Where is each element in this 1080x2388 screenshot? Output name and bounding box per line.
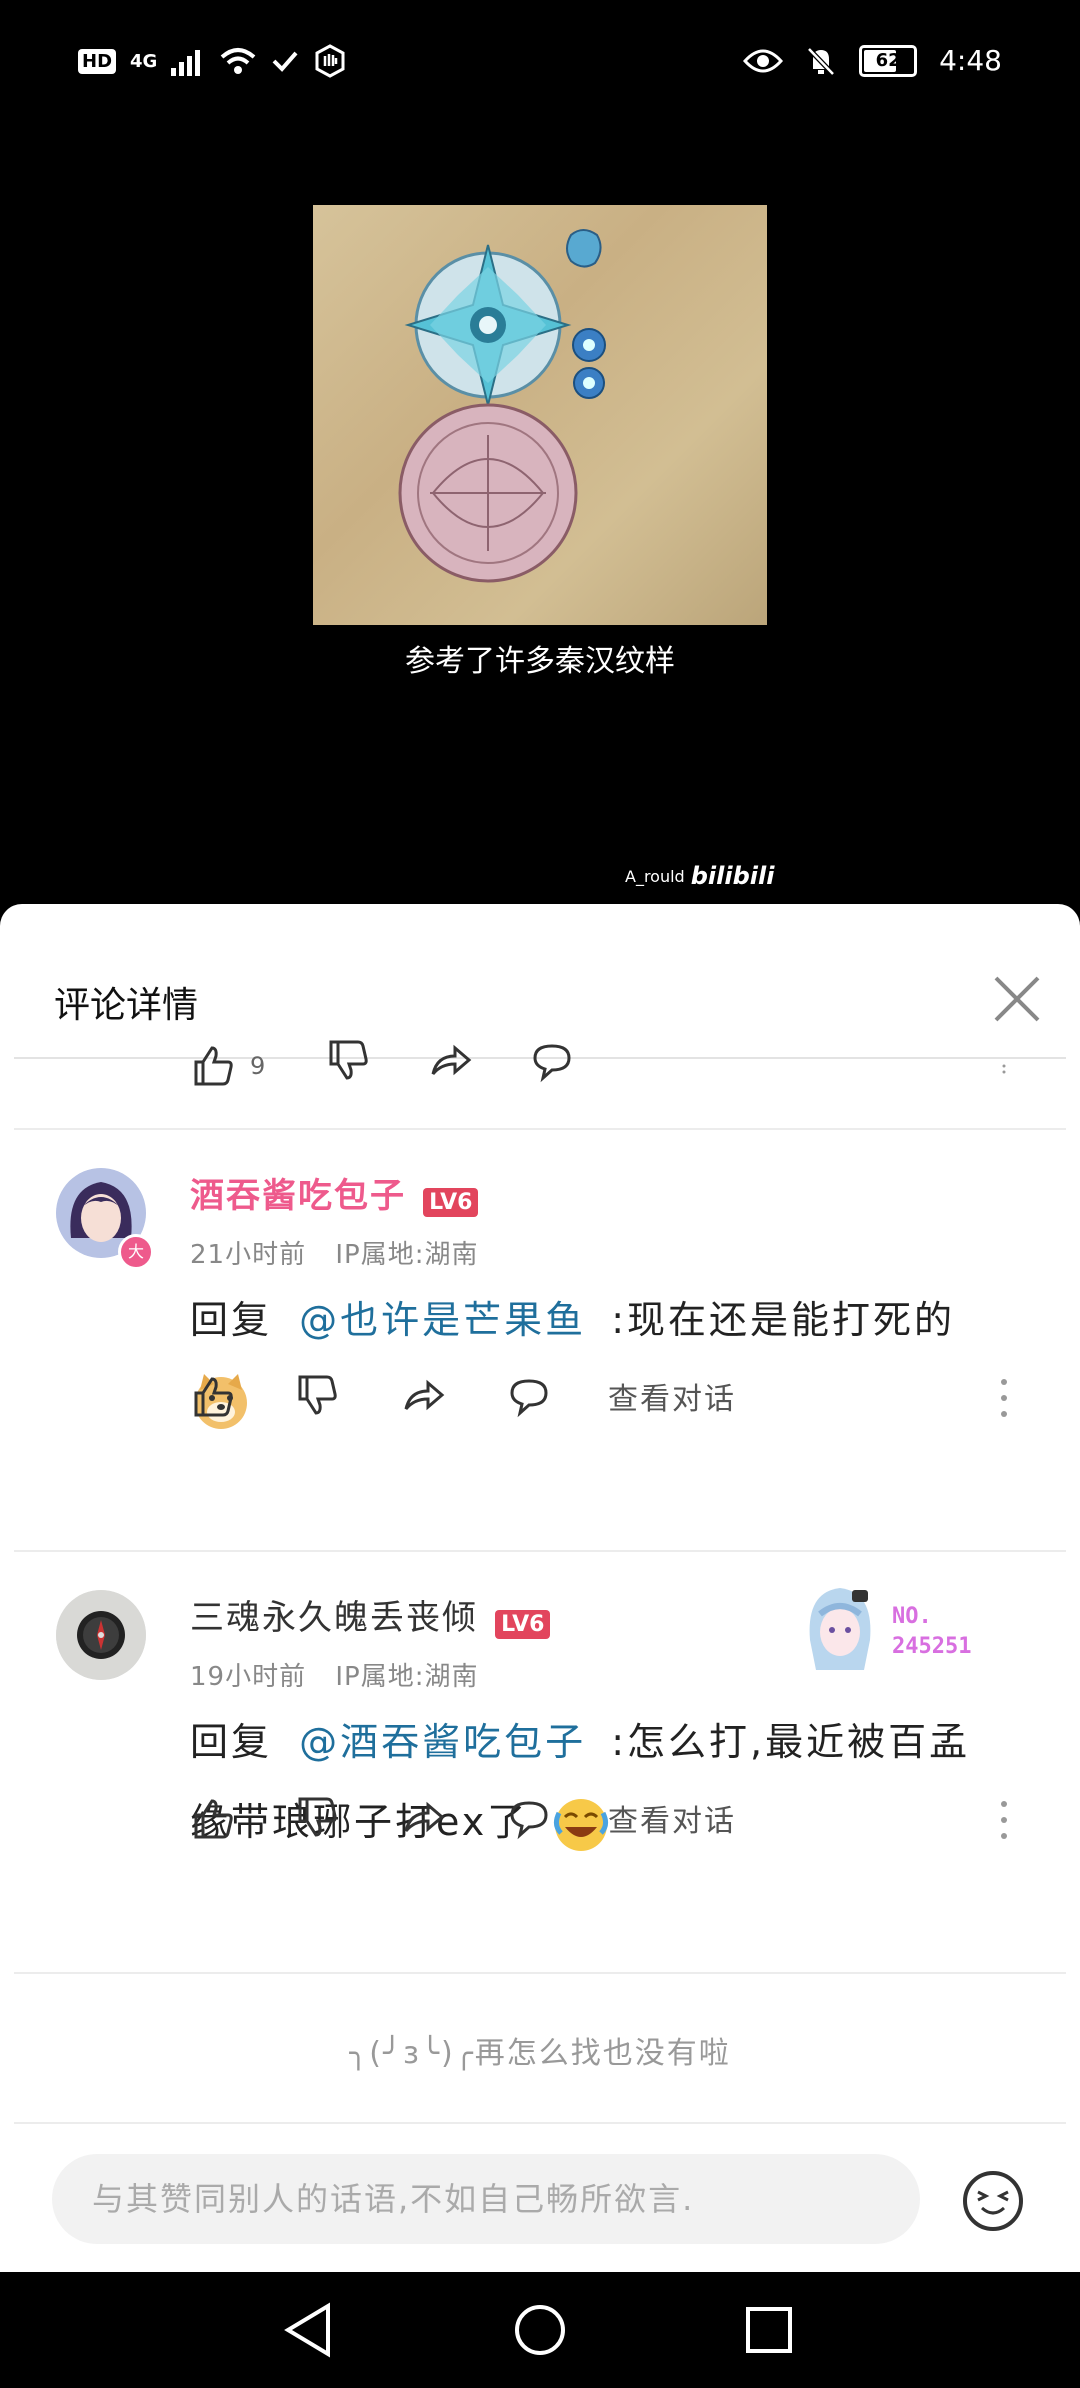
recents-icon[interactable] bbox=[744, 2305, 794, 2355]
comment-text-line1: :怎么打,最近被百孟 bbox=[611, 1720, 971, 1764]
emoji-button-icon[interactable] bbox=[962, 2170, 1024, 2232]
dislike-icon[interactable] bbox=[294, 1795, 340, 1841]
ip-location: IP属地:湖南 bbox=[335, 1240, 479, 1270]
like-icon[interactable] bbox=[190, 1795, 236, 1841]
comment-time: 19小时前 bbox=[190, 1662, 307, 1692]
fan-badge[interactable]: NO. 245251 bbox=[800, 1580, 990, 1676]
comment-meta: 21小时前 IP属地:湖南 bbox=[190, 1234, 478, 1271]
comment-header: 三魂永久魄丢丧倾 LV6 bbox=[190, 1590, 551, 1639]
like-icon[interactable] bbox=[190, 1373, 236, 1419]
system-nav-bar bbox=[0, 2272, 1080, 2388]
avatar[interactable] bbox=[56, 1590, 146, 1680]
hd-badge: HD bbox=[78, 48, 117, 74]
back-icon[interactable] bbox=[284, 2302, 334, 2358]
comment-meta: 19小时前 IP属地:湖南 bbox=[190, 1656, 478, 1693]
battery-indicator: 62 bbox=[859, 44, 918, 77]
comment-icon[interactable] bbox=[506, 1373, 552, 1419]
comment-input[interactable]: 与其赞同别人的话语,不如自己畅所欲言. bbox=[52, 2154, 920, 2244]
username[interactable]: 酒吞酱吃包子 bbox=[190, 1176, 406, 1216]
comment-text: :现在还是能打死的 bbox=[611, 1298, 956, 1342]
like-count: 9 bbox=[250, 1052, 266, 1080]
home-icon[interactable] bbox=[512, 2302, 568, 2358]
close-icon[interactable] bbox=[990, 972, 1044, 1026]
reply-prefix: 回复 bbox=[190, 1720, 273, 1764]
share-icon[interactable] bbox=[400, 1795, 446, 1841]
comment-detail-sheet: 评论详情 9 大 酒吞酱吃包子 LV6 21小时前 IP属地:湖南 回复 @也许… bbox=[0, 904, 1080, 2272]
partial-action-row: 9 bbox=[190, 1040, 575, 1088]
comment-item: 大 酒吞酱吃包子 LV6 21小时前 IP属地:湖南 回复 @也许是芒果鱼 :现… bbox=[0, 1130, 1080, 1530]
vip-badge: 大 bbox=[118, 1234, 154, 1270]
separator bbox=[14, 2122, 1066, 2124]
fan-badge-label: NO. bbox=[892, 1604, 932, 1629]
ip-location: IP属地:湖南 bbox=[335, 1662, 479, 1692]
comment-time: 21小时前 bbox=[190, 1240, 307, 1270]
comment-actions: 查看对话 bbox=[190, 1788, 736, 1848]
more-icon[interactable] bbox=[999, 1064, 1009, 1084]
reply-prefix: 回复 bbox=[190, 1298, 273, 1342]
like-icon[interactable] bbox=[190, 1042, 236, 1088]
separator bbox=[14, 1972, 1066, 1974]
end-of-list-text: ╮(╯з╰)╭再怎么找也没有啦 bbox=[349, 2036, 731, 2071]
network-label: 4G bbox=[130, 50, 158, 72]
comment-icon[interactable] bbox=[506, 1795, 552, 1841]
video-frame[interactable] bbox=[313, 205, 767, 625]
sheet-title: 评论详情 bbox=[54, 985, 199, 1026]
mention-link[interactable]: @也许是芒果鱼 bbox=[299, 1298, 586, 1342]
bilibili-logo: bilibili bbox=[690, 862, 775, 890]
watermark-user: A_rould bbox=[625, 866, 685, 886]
comment-item: 三魂永久魄丢丧倾 LV6 19小时前 IP属地:湖南 NO. 245251 回复… bbox=[0, 1552, 1080, 1972]
share-icon[interactable] bbox=[400, 1373, 446, 1419]
status-bar: HD 4G 62 4:48 bbox=[0, 0, 1080, 130]
clock: 4:48 bbox=[939, 44, 1002, 77]
more-icon[interactable] bbox=[999, 1378, 1009, 1418]
share-icon[interactable] bbox=[427, 1038, 473, 1084]
check-icon bbox=[272, 51, 298, 72]
hand-shield-icon bbox=[315, 44, 345, 78]
wifi-icon bbox=[221, 48, 256, 74]
comment-header: 酒吞酱吃包子 LV6 bbox=[190, 1168, 479, 1217]
level-badge: LV6 bbox=[495, 1610, 551, 1639]
fan-badge-number: 245251 bbox=[892, 1634, 972, 1659]
fan-badge-character-icon bbox=[809, 1588, 871, 1670]
comment-icon[interactable] bbox=[529, 1038, 575, 1084]
level-badge: LV6 bbox=[423, 1188, 479, 1217]
comment-actions: 查看对话 bbox=[190, 1366, 736, 1426]
signal-icon bbox=[171, 50, 201, 76]
mention-link[interactable]: @酒吞酱吃包子 bbox=[299, 1720, 586, 1764]
more-icon[interactable] bbox=[999, 1800, 1009, 1840]
view-dialog-link[interactable]: 查看对话 bbox=[608, 1374, 736, 1418]
mute-bell-icon bbox=[807, 46, 835, 76]
view-dialog-link[interactable]: 查看对话 bbox=[608, 1796, 736, 1840]
dislike-icon[interactable] bbox=[325, 1038, 371, 1084]
eye-icon bbox=[743, 49, 784, 72]
username[interactable]: 三魂永久魄丢丧倾 bbox=[190, 1598, 478, 1638]
video-watermark: A_rould bilibili bbox=[625, 862, 774, 890]
dislike-icon[interactable] bbox=[294, 1373, 340, 1419]
ornament-pattern-image bbox=[398, 229, 606, 583]
video-subtitle: 参考了许多秦汉纹样 bbox=[405, 644, 675, 679]
